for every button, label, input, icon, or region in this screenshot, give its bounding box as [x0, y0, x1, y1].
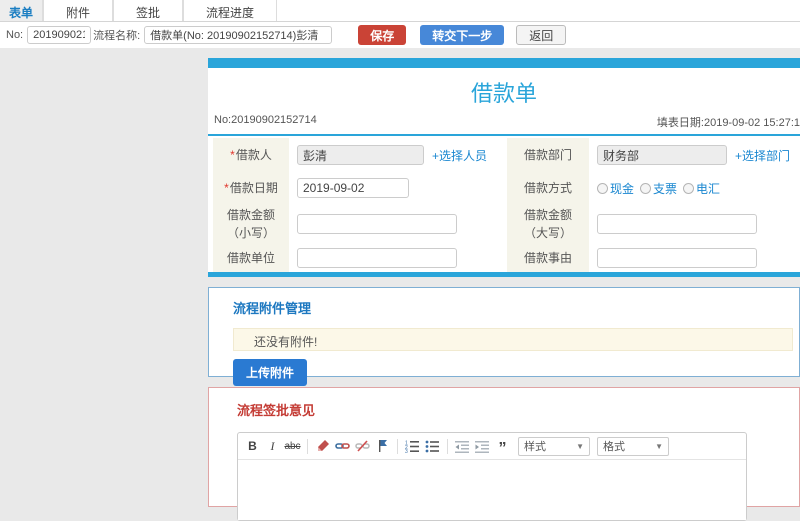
- select-person-link[interactable]: +选择人员: [432, 147, 487, 164]
- editor-toolbar: B I abc 123 ” 样式 ▼ 格式 ▼: [238, 433, 746, 460]
- link-icon[interactable]: [334, 438, 351, 455]
- divider-line: [208, 134, 800, 136]
- borrower-field: +选择人员: [289, 138, 507, 172]
- loan-method-radio-group: 现金 支票 电汇: [597, 180, 726, 197]
- radio-cheque[interactable]: 支票: [640, 180, 677, 197]
- amount-upper-field: [589, 204, 794, 244]
- top-accent-bar: [208, 58, 800, 68]
- loan-unit-label: 借款单位: [213, 244, 289, 272]
- amount-lower-label: 借款金额（小写）: [213, 204, 289, 244]
- approval-heading: 流程签批意见: [237, 403, 316, 418]
- department-label: 借款部门: [507, 138, 589, 172]
- radio-wire-icon[interactable]: [683, 182, 695, 194]
- upload-attachment-button[interactable]: 上传附件: [233, 359, 308, 386]
- loan-form-panel: 借款单 No:20190902152714 填表日期:2019-09-02 15…: [208, 58, 800, 277]
- indent-icon[interactable]: [474, 438, 491, 455]
- radio-wire[interactable]: 电汇: [683, 180, 720, 197]
- loan-unit-field: [289, 244, 507, 272]
- tab-progress[interactable]: 流程进度: [183, 0, 278, 21]
- flow-name-input[interactable]: [144, 26, 333, 44]
- loan-date-input[interactable]: [297, 178, 409, 198]
- unlink-icon[interactable]: [354, 438, 371, 455]
- tab-form[interactable]: 表单: [0, 0, 44, 21]
- tab-attachments[interactable]: 附件: [43, 0, 114, 21]
- svg-text:3: 3: [405, 449, 408, 453]
- loan-reason-input[interactable]: [597, 248, 757, 268]
- amount-lower-field: [289, 204, 507, 244]
- amount-lower-input[interactable]: [297, 214, 457, 234]
- rich-text-editor: B I abc 123 ” 样式 ▼ 格式 ▼: [237, 432, 747, 521]
- header: 表单 附件 签批 流程进度 No: 流程名称: 保存 转交下一步 返回: [0, 0, 800, 48]
- doc-meta-row: No:20190902152714 填表日期:2019-09-02 15:27:…: [208, 112, 800, 134]
- back-button[interactable]: 返回: [516, 25, 567, 45]
- attachments-heading: 流程附件管理: [233, 301, 312, 316]
- chevron-down-icon: ▼: [576, 441, 584, 451]
- blockquote-icon[interactable]: ”: [494, 438, 511, 457]
- toolbar-separator: [307, 438, 308, 454]
- editor-content-area[interactable]: [238, 460, 746, 520]
- command-bar: No: 流程名称: 保存 转交下一步 返回: [0, 22, 800, 48]
- select-department-link[interactable]: +选择部门: [735, 147, 790, 164]
- borrower-label: *借款人: [213, 138, 289, 172]
- unordered-list-icon[interactable]: [424, 438, 441, 455]
- bottom-accent-bar: [208, 272, 800, 277]
- loan-date-label: *借款日期: [213, 172, 289, 204]
- department-input[interactable]: [597, 145, 727, 165]
- no-label: No:: [6, 29, 24, 41]
- no-input[interactable]: [27, 26, 92, 44]
- loan-reason-label: 借款事由: [507, 244, 589, 272]
- amount-upper-input[interactable]: [597, 214, 757, 234]
- page-title: 借款单: [470, 81, 537, 106]
- flow-name-label: 流程名称:: [93, 30, 141, 42]
- form-grid: *借款人 +选择人员 借款部门 +选择部门 *借款日期 借款方式 现金 支票 电…: [213, 138, 794, 272]
- outdent-icon[interactable]: [454, 438, 471, 455]
- ordered-list-icon[interactable]: 123: [404, 438, 421, 455]
- flag-icon[interactable]: [374, 438, 391, 455]
- loan-reason-field: [589, 244, 794, 272]
- loan-method-field: 现金 支票 电汇: [589, 172, 794, 204]
- department-field: +选择部门: [589, 138, 794, 172]
- toolbar-separator: [397, 438, 398, 454]
- radio-cash-icon[interactable]: [597, 182, 608, 194]
- remove-format-icon[interactable]: [314, 438, 331, 455]
- toolbar-separator: [447, 438, 448, 454]
- loan-unit-input[interactable]: [297, 248, 457, 268]
- italic-icon[interactable]: I: [264, 438, 281, 455]
- strikethrough-icon[interactable]: abc: [284, 438, 301, 455]
- doc-number: No:20190902152714: [214, 114, 317, 126]
- main-panel: 借款单 No:20190902152714 填表日期:2019-09-02 15…: [208, 58, 800, 521]
- approval-panel: 流程签批意见 B I abc 1 2 3 ” 样式 ▼ 格式 ▼: [208, 387, 800, 521]
- loan-date-field: [289, 172, 507, 204]
- amount-upper-label: 借款金额（大写）: [507, 204, 589, 244]
- fill-date: 填表日期:2019-09-02 15:27:1: [656, 117, 800, 129]
- save-button[interactable]: 保存: [358, 25, 407, 45]
- tab-approval[interactable]: 签批: [113, 0, 184, 21]
- loan-method-label: 借款方式: [507, 172, 589, 204]
- borrower-input[interactable]: [297, 145, 424, 165]
- radio-cash[interactable]: 现金: [597, 180, 634, 197]
- radio-cheque-icon[interactable]: [640, 182, 652, 194]
- attachments-panel: 流程附件管理 还没有附件! 上传附件: [208, 287, 800, 386]
- tab-bar: 表单 附件 签批 流程进度: [0, 0, 800, 22]
- next-step-button[interactable]: 转交下一步: [420, 25, 505, 45]
- bold-icon[interactable]: B: [244, 438, 261, 455]
- no-attachments-alert: 还没有附件!: [233, 328, 793, 351]
- chevron-down-icon: ▼: [655, 441, 663, 451]
